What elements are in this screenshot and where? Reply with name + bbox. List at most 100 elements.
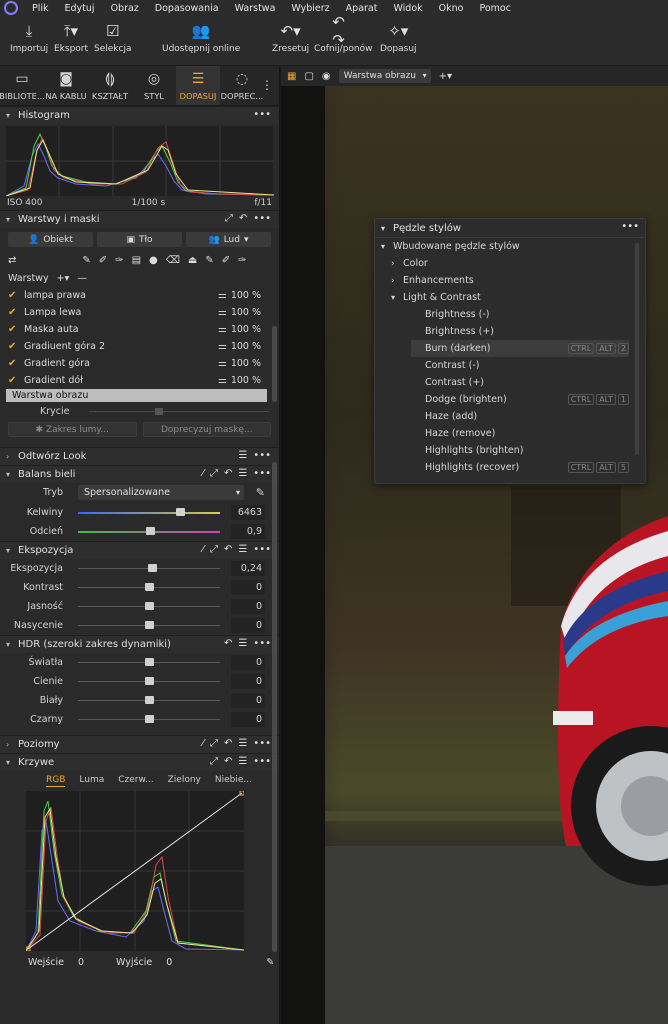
radial-icon[interactable]: ● (149, 255, 158, 266)
more-icon[interactable]: ••• (253, 738, 271, 749)
undo-redo-button[interactable]: ↶ ↷ Cofnij/ponów (314, 13, 373, 54)
tree-group-light-contrast[interactable]: ▾ Light & Contrast (375, 289, 645, 306)
expand-icon[interactable]: ⤢ (210, 544, 218, 555)
tint-value[interactable]: 0,9 (231, 524, 265, 539)
layer-item[interactable]: ✔ Gradient góra ⚌ 100 % (0, 355, 279, 372)
menu-help[interactable]: Pomoc (471, 3, 519, 14)
refine-mask-button[interactable]: Doprecyzuj maskę... (142, 422, 271, 437)
menu-layer[interactable]: Warstwa (227, 3, 284, 14)
menu-view[interactable]: Widok (385, 3, 430, 14)
menu-file[interactable]: Plik (24, 3, 57, 14)
reset-icon[interactable]: ↶ (224, 738, 232, 749)
style-brushes-header[interactable]: ▾ Pędzle stylów ••• (375, 219, 645, 238)
brush-item[interactable]: Contrast (+) (375, 374, 645, 391)
picker-icon[interactable]: ⁄ (202, 544, 204, 555)
sliders-icon[interactable]: ⚌ (218, 307, 227, 318)
white-slider-knob[interactable] (145, 696, 154, 704)
menu-edit[interactable]: Edytuj (57, 3, 103, 14)
brush-item[interactable]: Haze (remove) (375, 425, 645, 442)
panel-scrollbar[interactable] (272, 462, 277, 952)
layer-item[interactable]: ✔ Gradient dół ⚌ 100 % (0, 372, 279, 389)
brush-item[interactable]: Haze (add) (375, 408, 645, 425)
adjust-button[interactable]: ✧▾ Dopasuj (380, 20, 417, 54)
wb-mode-select[interactable]: Spersonalizowane ▾ (78, 485, 244, 500)
magic-brush-icon[interactable]: ✑ (115, 255, 123, 266)
selection-button[interactable]: ☑ Selekcja (94, 20, 131, 54)
import-button[interactable]: ⤓ Importuj (10, 20, 48, 54)
picker-icon[interactable]: ⁄ (202, 468, 204, 479)
exposure-slider-knob[interactable] (148, 564, 157, 572)
tab-tethered[interactable]: ◙ NA KABLU (44, 66, 88, 105)
curve-editor[interactable] (25, 790, 245, 952)
menu-image[interactable]: Obraz (103, 3, 147, 14)
tab-lens[interactable]: ⟬⟭ KSZTAŁT (88, 66, 132, 105)
mask-background-button[interactable]: ▣ Tło (97, 232, 182, 247)
list-icon[interactable]: ☰ (238, 738, 247, 749)
menu-select[interactable]: Wybierz (283, 3, 337, 14)
look-header[interactable]: › Odtwórz Look ☰ ••• (0, 447, 279, 465)
more-icon[interactable]: ••• (253, 544, 271, 555)
tab-blue[interactable]: Niebie... (215, 775, 252, 787)
brush-magic-icon[interactable]: ✑ (238, 255, 246, 266)
expand-icon[interactable]: ⤢ (210, 756, 218, 767)
add-layer-icon[interactable]: +▾ (57, 273, 70, 284)
tree-group-color[interactable]: › Color (375, 255, 645, 272)
tab-style[interactable]: ◎ STYL (132, 66, 176, 105)
list-icon[interactable]: ☰ (238, 638, 247, 649)
exposure-header[interactable]: ▾ Ekspozycja ⁄ ⤢ ↶ ☰ ••• (0, 541, 279, 559)
reset-icon[interactable]: ↶ (224, 638, 232, 649)
list-icon[interactable]: ☰ (238, 756, 247, 767)
brush-item[interactable]: Highlights (recover) CTRL ALT 5 (375, 459, 645, 476)
sliders-icon[interactable]: ⚌ (218, 358, 227, 369)
single-view-icon[interactable]: ▢ (304, 71, 313, 82)
tab-library[interactable]: ▭ BIBLIOTE... (0, 66, 45, 105)
white-balance-header[interactable]: ▾ Balans bieli ⁄ ⤢ ↶ ☰ ••• (0, 465, 279, 483)
luma-range-button[interactable]: ✱ Zakres lumy... (8, 422, 137, 437)
brightness-slider-knob[interactable] (145, 602, 154, 610)
kelvin-value[interactable]: 6463 (231, 505, 265, 520)
list-icon[interactable]: ☰ (238, 450, 247, 461)
more-icon[interactable]: ••• (253, 109, 271, 120)
brush-item[interactable]: Brightness (+) (375, 323, 645, 340)
tree-group-enhancements[interactable]: › Enhancements (375, 272, 645, 289)
more-icon[interactable]: ••• (621, 221, 639, 232)
menu-adjustments[interactable]: Dopasowania (147, 3, 227, 14)
tabs-more-icon[interactable]: ⋮ (261, 78, 273, 92)
reset-button[interactable]: ↶▾ Zresetuj (272, 20, 309, 54)
brush-icon[interactable]: ✎ (82, 255, 90, 266)
gradient-icon[interactable]: ▤ (132, 255, 141, 266)
tint-slider-knob[interactable] (146, 527, 155, 535)
layer-item[interactable]: ✔ Lampa lewa ⚌ 100 % (0, 304, 279, 321)
export-button[interactable]: ⤒▾ Eksport (54, 20, 88, 54)
reset-icon[interactable]: ↶ (239, 213, 247, 224)
more-icon[interactable]: ••• (253, 638, 271, 649)
eye-icon[interactable]: ◉ (322, 71, 331, 82)
share-online-button[interactable]: 👥 Udostępnij online (162, 20, 240, 54)
sliders-icon[interactable]: ⚌ (218, 341, 227, 352)
list-icon[interactable]: ☰ (238, 468, 247, 479)
opacity-slider[interactable] (89, 407, 270, 415)
more-icon[interactable]: ••• (253, 213, 271, 224)
reset-icon[interactable]: ↶ (224, 544, 232, 555)
tab-rgb[interactable]: RGB (46, 775, 66, 787)
tab-refine[interactable]: ◌ DOPREC... (220, 66, 264, 105)
highlights-slider-knob[interactable] (145, 658, 154, 666)
shadows-slider-knob[interactable] (145, 677, 154, 685)
add-layer-icon[interactable]: +▾ (439, 71, 452, 82)
more-icon[interactable]: ••• (253, 468, 271, 479)
curves-header[interactable]: ▾ Krzywe ⤢ ↶ ☰ ••• (0, 753, 279, 771)
hdr-header[interactable]: ▾ HDR (szeroki zakres dynamiki) ↶ ☰ ••• (0, 635, 279, 653)
layer-item-background[interactable]: Warstwa obrazu (6, 389, 267, 402)
kelvin-slider-knob[interactable] (176, 508, 185, 516)
more-icon[interactable]: ••• (253, 450, 271, 461)
eyedropper-icon[interactable]: ✎ (266, 957, 274, 968)
reset-icon[interactable]: ↶ (224, 468, 232, 479)
popup-scrollbar[interactable] (635, 243, 639, 455)
saturation-slider-knob[interactable] (145, 621, 154, 629)
checkmark-icon[interactable]: ✔ (8, 290, 24, 301)
tab-adjust[interactable]: ☰ DOPASUJ (176, 66, 220, 105)
contrast-slider-knob[interactable] (145, 583, 154, 591)
brush-item[interactable]: Dodge (brighten) CTRL ALT 1 (375, 391, 645, 408)
tab-green[interactable]: Zielony (168, 775, 201, 787)
layers-masks-header[interactable]: ▾ Warstwy i maski ⤢ ↶ ••• (0, 210, 279, 228)
